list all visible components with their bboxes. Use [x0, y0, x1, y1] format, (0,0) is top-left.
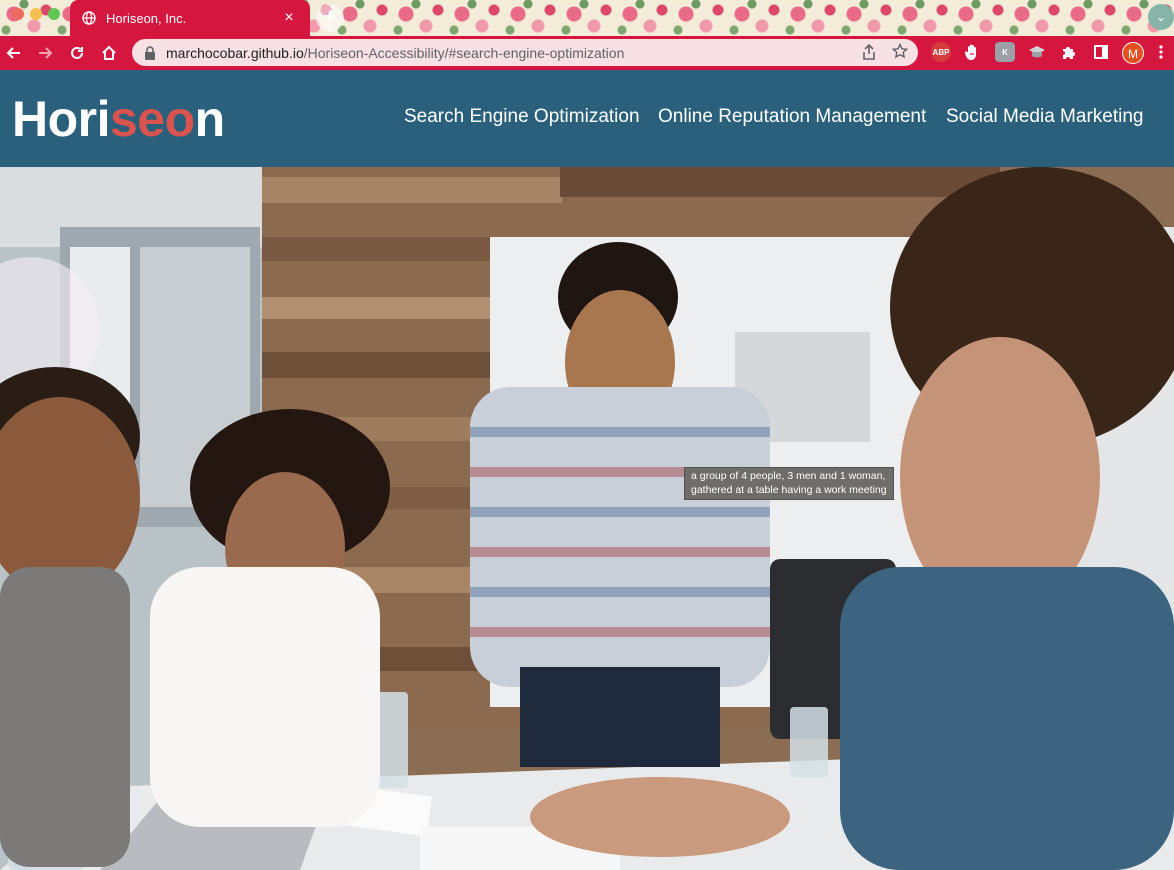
kebab-menu-icon[interactable]: [1154, 42, 1168, 62]
address-bar[interactable]: marchocobar.github.io/Horiseon-Accessibi…: [132, 39, 918, 66]
nav-link-search-engine-optimization[interactable]: Search Engine Optimization: [404, 106, 640, 128]
window-maximize-button[interactable]: [48, 8, 60, 20]
tab-search-icon[interactable]: ⌄: [1148, 4, 1174, 30]
logo-text-hori: Hori: [12, 91, 111, 147]
bookmark-star-icon[interactable]: [891, 42, 909, 64]
nav-link-social-media-marketing[interactable]: Social Media Marketing: [946, 106, 1143, 128]
mortarboard-icon[interactable]: [1027, 42, 1047, 62]
new-tab-button[interactable]: +: [316, 4, 344, 32]
hero-image: a group of 4 people, 3 men and 1 woman, …: [0, 167, 1174, 870]
tooltip-line-1: a group of 4 people, 3 men and 1 woman,: [691, 470, 886, 482]
window-close-button[interactable]: [12, 8, 24, 20]
image-alt-tooltip: a group of 4 people, 3 men and 1 woman, …: [684, 467, 894, 500]
profile-avatar[interactable]: M: [1122, 42, 1144, 64]
logo-text-seo: seo: [110, 91, 195, 147]
meeting-photo-illustration: [0, 167, 1174, 870]
adblock-icon[interactable]: ABP: [931, 42, 951, 62]
forward-arrow-icon[interactable]: [33, 41, 57, 65]
window-minimize-button[interactable]: [30, 8, 42, 20]
globe-icon: [82, 10, 98, 26]
browser-tab[interactable]: Horiseon, Inc. ×: [70, 0, 310, 36]
stop-hand-icon[interactable]: [962, 42, 982, 62]
reload-icon[interactable]: [65, 41, 89, 65]
url-path: /Horiseon-Accessibility/#search-engine-o…: [303, 44, 625, 61]
site-logo[interactable]: Horiseon: [12, 90, 225, 148]
tooltip-line-2: gathered at a table having a work meetin…: [691, 484, 887, 496]
nav-link-online-reputation-management[interactable]: Online Reputation Management: [658, 106, 926, 128]
lock-icon[interactable]: [144, 45, 158, 60]
k-extension-icon[interactable]: K: [995, 42, 1015, 62]
side-panel-icon[interactable]: [1091, 42, 1111, 62]
site-header: Horiseon Search Engine Optimization Onli…: [0, 70, 1174, 167]
share-icon[interactable]: [862, 43, 876, 65]
tab-title: Horiseon, Inc.: [106, 10, 187, 26]
browser-tab-strip: Horiseon, Inc. × + ⌄: [0, 0, 1174, 36]
logo-text-n: n: [194, 91, 226, 147]
puzzle-icon[interactable]: [1059, 42, 1079, 62]
home-icon[interactable]: [97, 41, 121, 65]
url-host: marchocobar.github.io: [166, 44, 304, 61]
back-arrow-icon[interactable]: [2, 41, 26, 65]
close-tab-icon[interactable]: ×: [280, 9, 298, 27]
